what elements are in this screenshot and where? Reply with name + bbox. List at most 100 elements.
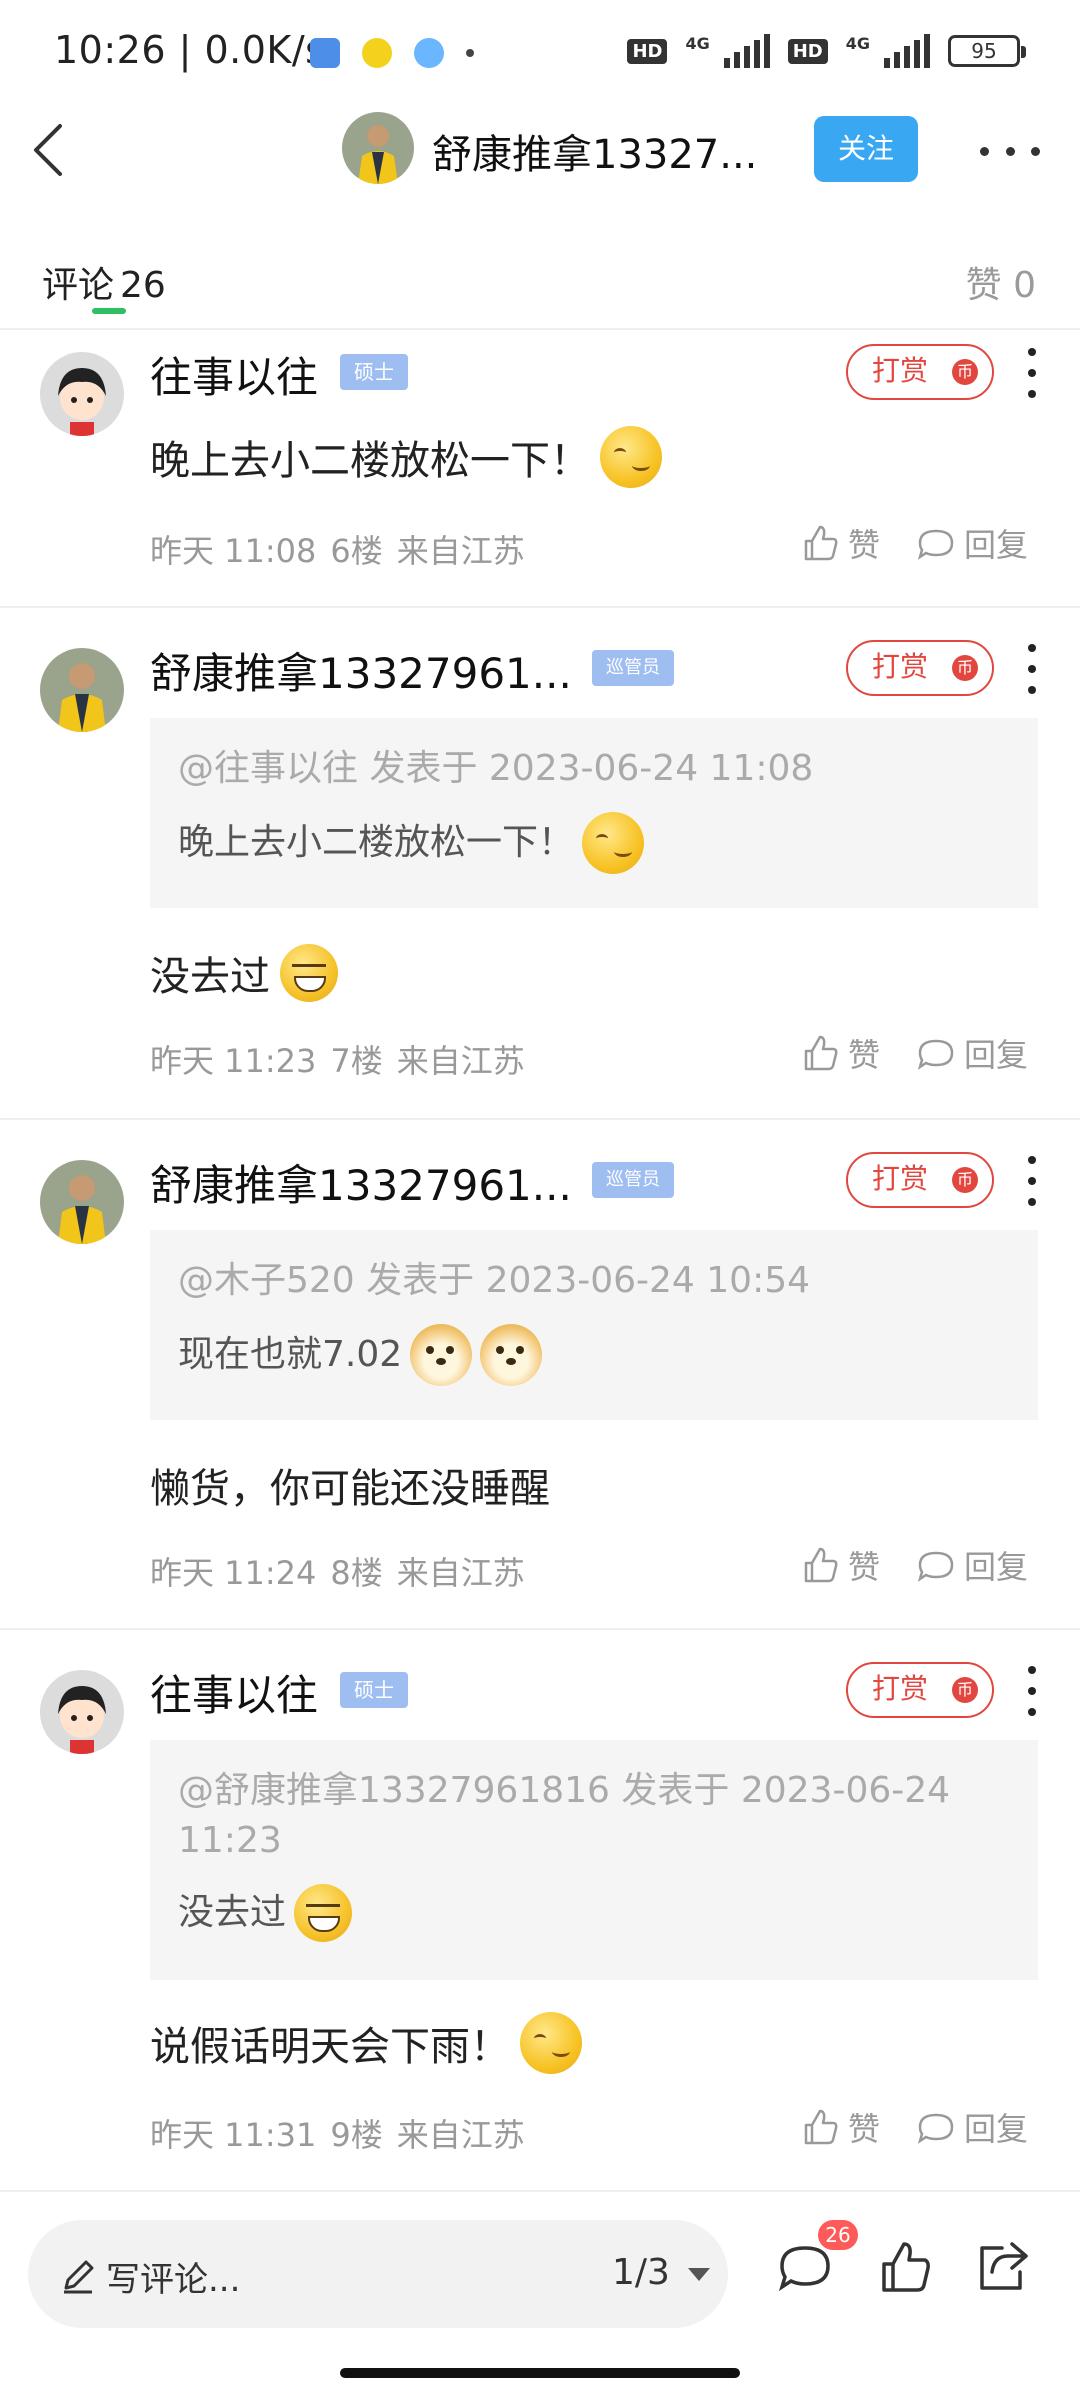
user-rank-badge: 硕士 bbox=[340, 354, 408, 390]
username[interactable]: 往事以往 bbox=[150, 1662, 318, 1723]
comment-tabs: 评论 26 赞 0 bbox=[0, 250, 1080, 330]
comment-time: 昨天 11:31 bbox=[150, 2116, 317, 2154]
tab-comments-count: 26 bbox=[120, 265, 166, 306]
tab-comments[interactable]: 评论 26 bbox=[42, 256, 166, 308]
comment-meta: 昨天 11:08 6楼 来自江苏 bbox=[150, 526, 539, 572]
comment-item: 往事以往 硕士 打赏 币 @舒康推拿13327961816 发表于 2023-0… bbox=[0, 1630, 1080, 2190]
quote-text-content: 现在也就7.02 bbox=[178, 1334, 403, 1375]
comment-text-content: 没去过 bbox=[150, 954, 270, 1000]
status-bar: 10:26 | 0.0K/s HD 4G HD 4G 95 bbox=[0, 0, 1080, 100]
coin-icon: 币 bbox=[952, 1677, 978, 1703]
tip-button[interactable]: 打赏 币 bbox=[846, 1662, 994, 1718]
dot-icon bbox=[466, 49, 474, 57]
reply-label: 回复 bbox=[964, 2110, 1029, 2148]
smirk-emoji-icon bbox=[600, 426, 662, 488]
tab-comments-label: 评论 bbox=[42, 265, 115, 306]
thumbs-up-icon bbox=[804, 1547, 838, 1583]
like-button[interactable]: 赞 bbox=[800, 1542, 880, 1588]
doge-emoji-icon bbox=[480, 1324, 543, 1386]
quote-text-content: 没去过 bbox=[178, 1892, 287, 1933]
comment-text-content: 说假话明天会下雨！ bbox=[150, 2024, 510, 2070]
comment-location: 来自江苏 bbox=[396, 1042, 525, 1080]
reply-button[interactable]: 回复 bbox=[916, 2104, 1028, 2150]
username[interactable]: 舒康推拿13327961... bbox=[150, 1152, 572, 1213]
like-label: 赞 bbox=[848, 2110, 881, 2148]
user-photo-icon bbox=[40, 1160, 124, 1244]
avatar[interactable] bbox=[40, 1670, 124, 1754]
comment-floor: 6楼 bbox=[330, 532, 383, 570]
avatar[interactable] bbox=[40, 648, 124, 732]
network-type: 4G bbox=[685, 34, 710, 53]
bottom-bar: 写评论... 1/3 26 bbox=[0, 2190, 1080, 2400]
cartoon-avatar-icon bbox=[40, 1670, 124, 1754]
status-time: 10:26 | 0.0K/s bbox=[54, 28, 326, 72]
quoted-comment[interactable]: @往事以往 发表于 2023-06-24 11:08 晚上去小二楼放松一下！ bbox=[150, 718, 1038, 908]
coin-icon: 币 bbox=[952, 1167, 978, 1193]
quote-text: 晚上去小二楼放松一下！ bbox=[178, 812, 1010, 874]
tab-likes[interactable]: 赞 0 bbox=[966, 256, 1036, 308]
thumbs-up-icon[interactable] bbox=[876, 2238, 934, 2296]
grin-emoji-icon bbox=[280, 944, 338, 1002]
more-options-icon[interactable] bbox=[980, 126, 1040, 176]
thumbs-up-icon bbox=[804, 1035, 838, 1071]
like-button[interactable]: 赞 bbox=[800, 1030, 880, 1076]
share-icon[interactable] bbox=[972, 2238, 1030, 2296]
signal-icon-2 bbox=[884, 34, 930, 68]
tip-button-label: 打赏 bbox=[872, 1162, 929, 1195]
username[interactable]: 往事以往 bbox=[150, 344, 318, 405]
reply-button[interactable]: 回复 bbox=[916, 520, 1028, 566]
thumbs-up-icon bbox=[804, 2109, 838, 2145]
back-arrow-icon[interactable] bbox=[22, 120, 82, 180]
tip-button-label: 打赏 bbox=[872, 1672, 929, 1705]
pencil-icon bbox=[64, 2260, 94, 2294]
avatar[interactable] bbox=[40, 1160, 124, 1244]
home-indicator[interactable] bbox=[340, 2368, 740, 2378]
like-label: 赞 bbox=[848, 1548, 881, 1586]
network-type-2: 4G bbox=[845, 34, 870, 53]
comment-text: 说假话明天会下雨！ bbox=[150, 2012, 582, 2074]
avatar[interactable] bbox=[40, 352, 124, 436]
top-bar: 舒康推拿13327... 关注 bbox=[0, 100, 1080, 200]
comment-more-icon[interactable] bbox=[1020, 348, 1044, 398]
tip-button[interactable]: 打赏 币 bbox=[846, 1152, 994, 1208]
coin-icon: 币 bbox=[952, 655, 978, 681]
comment-more-icon[interactable] bbox=[1020, 1666, 1044, 1716]
user-photo-icon bbox=[342, 112, 414, 184]
reply-button[interactable]: 回复 bbox=[916, 1542, 1028, 1588]
quoted-comment[interactable]: @木子520 发表于 2023-06-24 10:54 现在也就7.02 bbox=[150, 1230, 1038, 1420]
quote-meta: @往事以往 发表于 2023-06-24 11:08 bbox=[178, 748, 814, 789]
quote-text: 没去过 bbox=[178, 1884, 1010, 1942]
reply-label: 回复 bbox=[964, 1036, 1029, 1074]
reply-button[interactable]: 回复 bbox=[916, 1030, 1028, 1076]
header-avatar[interactable] bbox=[342, 112, 414, 184]
comment-item: 舒康推拿13327961... 巡管员 打赏 币 @往事以往 发表于 2023-… bbox=[0, 608, 1080, 1118]
quote-meta: @木子520 发表于 2023-06-24 10:54 bbox=[178, 1260, 811, 1301]
comment-location: 来自江苏 bbox=[396, 2116, 525, 2154]
header-username[interactable]: 舒康推拿13327... bbox=[432, 122, 757, 180]
thumbs-up-icon bbox=[804, 525, 838, 561]
status-right-icons: HD 4G HD 4G 95 bbox=[627, 34, 1026, 68]
caret-down-icon[interactable] bbox=[688, 2268, 710, 2281]
page-selector[interactable]: 1/3 bbox=[612, 2252, 670, 2293]
like-button[interactable]: 赞 bbox=[800, 520, 880, 566]
tip-button[interactable]: 打赏 币 bbox=[846, 344, 994, 400]
comment-more-icon[interactable] bbox=[1020, 644, 1044, 694]
comment-location: 来自江苏 bbox=[396, 532, 525, 570]
tip-button-label: 打赏 bbox=[872, 650, 929, 683]
username[interactable]: 舒康推拿13327961... bbox=[150, 640, 572, 701]
like-label: 赞 bbox=[848, 1036, 881, 1074]
reply-label: 回复 bbox=[964, 1548, 1029, 1586]
smirk-emoji-icon bbox=[520, 2012, 582, 2074]
like-button[interactable]: 赞 bbox=[800, 2104, 880, 2150]
app-notification-icon bbox=[362, 38, 392, 68]
comment-more-icon[interactable] bbox=[1020, 1156, 1044, 1206]
tip-button[interactable]: 打赏 币 bbox=[846, 640, 994, 696]
shield-app-icon bbox=[310, 38, 340, 68]
reply-bubble-icon bbox=[917, 529, 954, 560]
comment-location: 来自江苏 bbox=[396, 1554, 525, 1592]
quote-meta: @舒康推拿13327961816 发表于 2023-06-24 11:23 bbox=[178, 1770, 951, 1861]
comment-meta: 昨天 11:23 7楼 来自江苏 bbox=[150, 1036, 539, 1082]
follow-button[interactable]: 关注 bbox=[814, 116, 918, 182]
write-comment-input[interactable]: 写评论... 1/3 bbox=[28, 2220, 728, 2328]
quoted-comment[interactable]: @舒康推拿13327961816 发表于 2023-06-24 11:23 没去… bbox=[150, 1740, 1038, 1980]
